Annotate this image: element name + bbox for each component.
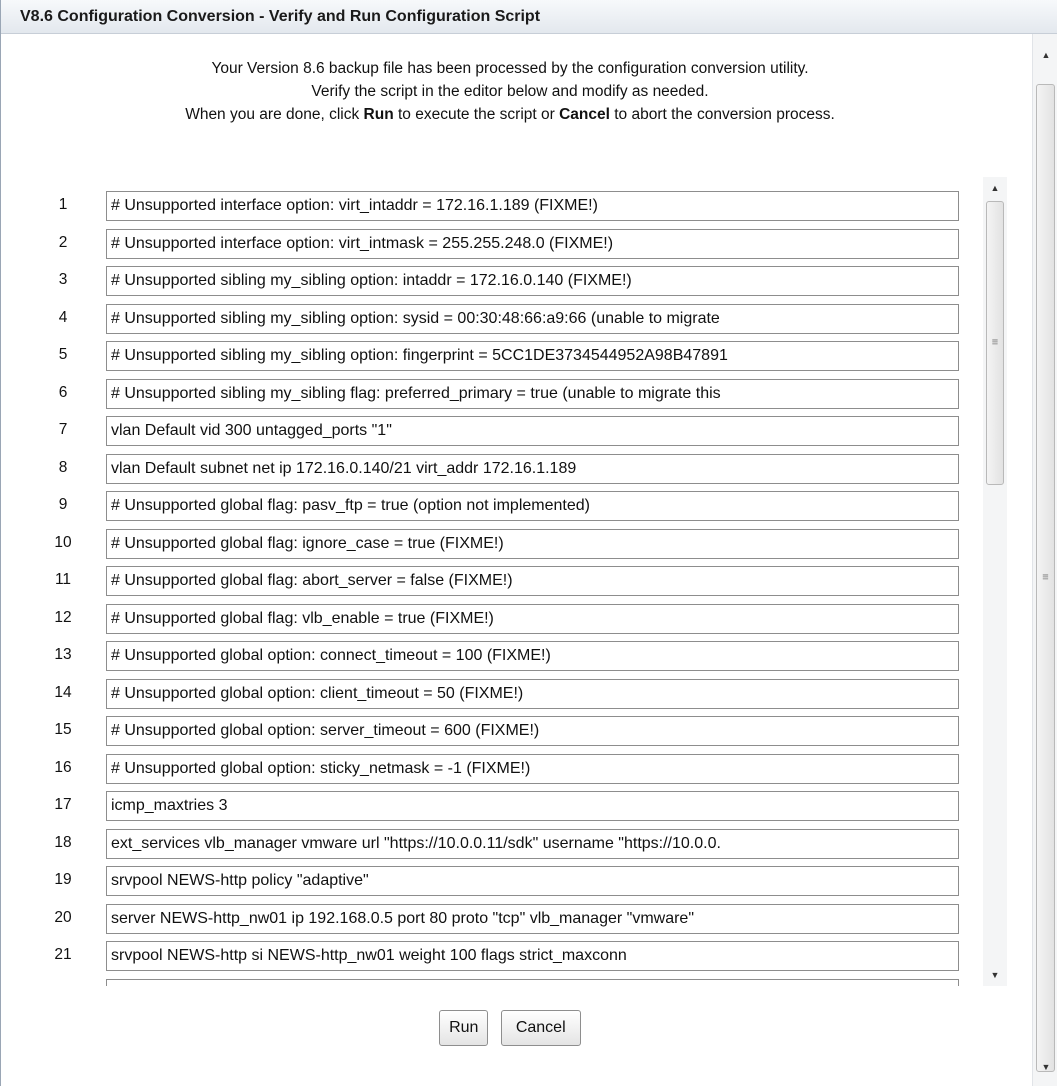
editor-line: 13 # Unsupported global option: connect_t… [38,640,983,671]
script-line-field[interactable]: srvpool NEWS-http si NEWS-http_nw01 weig… [106,941,959,971]
run-button[interactable]: Run [439,1010,489,1046]
editor-line: 10 # Unsupported global flag: ignore_case… [38,528,983,559]
editor-line: 22 cluster NEWS-http proto "http" ip 172.… [38,978,983,987]
editor-scrollbar[interactable]: ▲ ≡ ▼ [983,177,1007,986]
editor-line: 6 # Unsupported sibling my_sibling flag: … [38,378,983,409]
line-number: 21 [54,946,72,963]
line-number: 14 [54,683,72,701]
editor-line: 14 # Unsupported global option: client_ti… [38,678,983,709]
line-number: 22 [38,984,88,987]
editor-line: 11 # Unsupported global flag: abort_serve… [38,565,983,596]
line-number: 3 [58,271,68,288]
editor-line: 5 # Unsupported sibling my_sibling option… [38,340,983,371]
editor-line: 16 # Unsupported global option: sticky_ne… [38,753,983,784]
line-number: 2 [58,233,68,251]
scrollbar-grip-icon: ≡ [1042,571,1049,584]
line-number: 15 [54,721,72,738]
script-line-field[interactable]: ext_services vlb_manager vmware url "htt… [106,828,959,859]
scroll-down-arrow-icon[interactable]: ▼ [983,964,1007,986]
line-number: 20 [54,908,72,926]
script-line-field[interactable]: cluster NEWS-http proto "http" ip 172.16… [106,978,959,986]
script-line-field[interactable]: server NEWS-http_nw01 ip 192.168.0.5 por… [106,903,959,934]
dialog-scrollbar-thumb[interactable]: ≡ [1036,84,1055,1072]
editor-line: 8 vlan Default subnet net ip 172.16.0.140… [38,453,983,484]
instructions-line-3-post: to abort the conversion process. [609,106,835,123]
line-number: 9 [58,496,68,513]
script-line-field[interactable]: # Unsupported global option: client_time… [106,678,959,709]
script-line-field[interactable]: # Unsupported global flag: vlb_enable = … [106,603,959,634]
line-number: 18 [54,833,72,851]
line-number: 10 [54,533,72,551]
dialog-titlebar: V8.6 Configuration Conversion - Verify a… [1,0,1057,34]
editor-line: 7 vlan Default vid 300 untagged_ports "1" [38,415,983,446]
script-line-field[interactable]: # Unsupported global flag: pasv_ftp = tr… [106,491,959,521]
editor-line: 9 # Unsupported global flag: pasv_ftp = t… [38,490,983,521]
scroll-up-arrow-icon[interactable]: ▲ [983,177,1007,199]
editor-line: 1 # Unsupported interface option: virt_in… [38,190,983,221]
editor-line: 15 # Unsupported global option: server_ti… [38,715,983,746]
script-line-field[interactable]: srvpool NEWS-http policy "adaptive" [106,866,959,896]
line-number: 19 [54,871,72,888]
script-line-field[interactable]: # Unsupported global option: sticky_netm… [106,753,959,784]
scroll-up-arrow-icon[interactable]: ▲ [1033,44,1057,66]
editor-line: 21 srvpool NEWS-http si NEWS-http_nw01 we… [38,940,983,971]
editor-line: 2 # Unsupported interface option: virt_in… [38,228,983,259]
line-number: 8 [58,458,68,476]
script-line-field[interactable]: # Unsupported sibling my_sibling option:… [106,303,959,334]
line-number: 17 [54,796,72,813]
conversion-dialog: V8.6 Configuration Conversion - Verify a… [0,0,1057,1086]
line-number: 1 [58,196,68,213]
line-number: 5 [58,346,68,363]
editor-line: 4 # Unsupported sibling my_sibling option… [38,303,983,334]
line-number: 6 [58,383,68,401]
instructions-run-word: Run [363,106,394,123]
instructions-line-2: Verify the script in the editor below an… [311,83,709,100]
script-line-field[interactable]: # Unsupported global option: connect_tim… [106,641,959,671]
instructions-line-1: Your Version 8.6 backup file has been pr… [211,60,809,77]
script-line-field[interactable]: # Unsupported global flag: abort_server … [106,566,959,596]
line-number: 12 [54,608,72,626]
editor-line: 20 server NEWS-http_nw01 ip 192.168.0.5 p… [38,903,983,934]
editor-line: 18 ext_services vlb_manager vmware url "h… [38,828,983,859]
script-line-field[interactable]: # Unsupported interface option: virt_int… [106,228,959,259]
instructions-line-3-pre: When you are done, click [185,106,364,123]
dialog-title: V8.6 Configuration Conversion - Verify a… [20,8,541,25]
dialog-scrollbar[interactable]: ▲ ≡ ▼ [1032,34,1057,1086]
instructions-line-3: When you are done, click Run to execute … [1,103,1019,126]
script-line-field[interactable]: icmp_maxtries 3 [106,791,959,821]
instructions-cancel-word: Cancel [559,106,610,123]
script-line-field[interactable]: # Unsupported sibling my_sibling option:… [106,266,959,296]
instructions-text: Your Version 8.6 backup file has been pr… [1,57,1019,126]
line-number: 4 [58,308,68,326]
script-line-field[interactable]: # Unsupported sibling my_sibling flag: p… [106,378,959,409]
line-number: 11 [54,571,72,588]
editor-line: 12 # Unsupported global flag: vlb_enable … [38,603,983,634]
script-line-field[interactable]: vlan Default vid 300 untagged_ports "1" [106,416,959,446]
dialog-buttons: Run Cancel [1,1010,1019,1046]
cancel-button[interactable]: Cancel [500,1010,581,1046]
scrollbar-grip-icon: ≡ [991,336,999,349]
script-line-field[interactable]: vlan Default subnet net ip 172.16.0.140/… [106,453,959,484]
editor-scrollbar-thumb[interactable]: ≡ [986,201,1004,485]
script-editor: 1 # Unsupported interface option: virt_in… [38,177,1007,986]
editor-line: 19 srvpool NEWS-http policy "adaptive" [38,865,983,896]
script-line-field[interactable]: # Unsupported sibling my_sibling option:… [106,341,959,371]
instructions-line-3-mid: to execute the script or [393,106,560,123]
script-line-field[interactable]: # Unsupported interface option: virt_int… [106,191,959,221]
scroll-down-arrow-icon[interactable]: ▼ [1033,1056,1057,1078]
script-line-field[interactable]: # Unsupported global flag: ignore_case =… [106,528,959,559]
script-line-field[interactable]: # Unsupported global option: server_time… [106,716,959,746]
editor-line: 17 icmp_maxtries 3 [38,790,983,821]
line-number: 16 [54,758,72,776]
line-number: 7 [58,421,68,438]
editor-line: 3 # Unsupported sibling my_sibling option… [38,265,983,296]
line-number: 13 [54,646,72,663]
